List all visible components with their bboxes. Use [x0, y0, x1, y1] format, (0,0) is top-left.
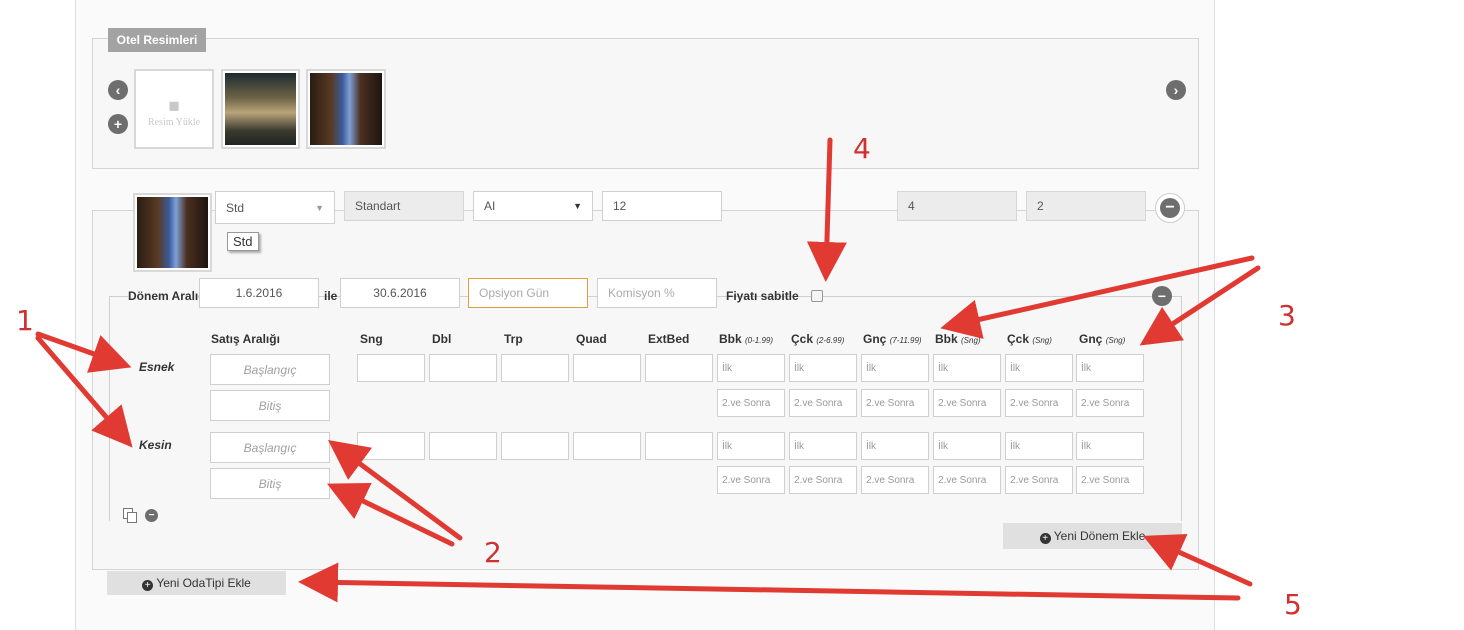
chevron-down-icon: ▼ [315, 202, 324, 213]
board-type-value: AI [484, 199, 496, 213]
fixed-extbed-input[interactable] [645, 432, 713, 460]
flexible-child-first-input[interactable]: İlk [717, 354, 785, 382]
flexible-child-after-input[interactable]: 2.ve Sonra [861, 389, 929, 417]
room-field-a[interactable]: 4 [897, 191, 1017, 221]
hotel-images-title: Otel Resimleri [108, 28, 206, 52]
period-start-input[interactable]: 1.6.2016 [199, 278, 319, 308]
header-gnc-child: Gnç (7-11.99) [863, 332, 922, 346]
flexible-child-after-input[interactable]: 2.ve Sonra [789, 389, 857, 417]
annotation-number-5: 5 [1284, 588, 1302, 621]
remove-row-button[interactable]: − [145, 509, 158, 522]
flexible-end-input[interactable]: Bitiş [210, 390, 330, 421]
camera-icon: ◼ [168, 97, 180, 113]
room-field-b[interactable]: 2 [1026, 191, 1146, 221]
flexible-child-first-input[interactable]: İlk [1005, 354, 1073, 382]
upload-label: Resim Yükle [147, 117, 201, 128]
fixed-price-label: Fiyatı sabitle [726, 289, 799, 303]
room-thumbnail[interactable] [133, 193, 212, 272]
header-bbk-child: Bbk (0-1.99) [719, 332, 774, 346]
header-gnc-sng: Gnç (Sng) [1079, 332, 1126, 346]
new-period-button[interactable]: + Yeni Dönem Ekle [1003, 523, 1182, 549]
room-code-select[interactable]: Std ▼ [215, 191, 335, 224]
annotation-number-2: 2 [484, 536, 502, 569]
fixed-start-input[interactable]: Başlangıç [210, 432, 330, 463]
room-code-value: Std [226, 200, 245, 215]
fixed-child-after-input[interactable]: 2.ve Sonra [717, 466, 785, 494]
fixed-trp-input[interactable] [501, 432, 569, 460]
board-type-select[interactable]: AI ▼ [473, 191, 593, 221]
flexible-child-after-input[interactable]: 2.ve Sonra [717, 389, 785, 417]
plus-circle-icon: + [1039, 533, 1051, 544]
fixed-end-input[interactable]: Bitiş [210, 468, 330, 499]
fixed-dbl-input[interactable] [429, 432, 497, 460]
flexible-trp-input[interactable] [501, 354, 569, 382]
flexible-child-first-input[interactable]: İlk [789, 354, 857, 382]
plus-circle-icon: + [142, 580, 154, 591]
fixed-child-first-input[interactable]: İlk [1005, 432, 1073, 460]
hotel-thumbnail[interactable] [221, 69, 300, 149]
fixed-child-first-input[interactable]: İlk [717, 432, 785, 460]
fixed-child-after-input[interactable]: 2.ve Sonra [1076, 466, 1144, 494]
prev-image-button[interactable]: ‹ [108, 80, 128, 100]
flexible-start-input[interactable]: Başlangıç [210, 354, 330, 385]
header-cck-child: Çck (2-6.99) [791, 332, 845, 346]
header-sale-range: Satış Aralığı [211, 332, 280, 346]
new-period-label: Yeni Dönem Ekle [1053, 529, 1146, 543]
image-upload-box[interactable]: ◼ Resim Yükle [134, 69, 214, 149]
flexible-quad-input[interactable] [573, 354, 641, 382]
fixed-child-after-input[interactable]: 2.ve Sonra [789, 466, 857, 494]
fixed-child-first-input[interactable]: İlk [861, 432, 929, 460]
fixed-child-first-input[interactable]: İlk [933, 432, 1001, 460]
fixed-quad-input[interactable] [573, 432, 641, 460]
fixed-price-checkbox[interactable] [811, 290, 823, 302]
fixed-child-after-input[interactable]: 2.ve Sonra [933, 466, 1001, 494]
row-label-flexible: Esnek [139, 360, 175, 374]
header-dbl: Dbl [432, 332, 452, 346]
period-end-input[interactable]: 30.6.2016 [340, 278, 460, 308]
fixed-child-after-input[interactable]: 2.ve Sonra [861, 466, 929, 494]
annotation-number-3: 3 [1278, 299, 1296, 332]
hotel-thumbnail[interactable] [306, 69, 386, 149]
new-room-type-button[interactable]: + Yeni OdaTipi Ekle [107, 571, 286, 595]
flexible-sng-input[interactable] [357, 354, 425, 382]
option-days-input[interactable]: Opsiyon Gün [468, 278, 588, 308]
fixed-sng-input[interactable] [357, 432, 425, 460]
header-trp: Trp [504, 332, 523, 346]
flexible-child-after-input[interactable]: 2.ve Sonra [933, 389, 1001, 417]
commission-input[interactable]: Komisyon % [597, 278, 717, 308]
period-between-label: ile [324, 289, 338, 303]
annotation-number-4: 4 [853, 132, 871, 165]
caret-down-icon: ▼ [573, 201, 582, 211]
room-name-field[interactable]: Standart [344, 191, 464, 221]
remove-room-button[interactable]: − [1155, 193, 1185, 223]
next-image-button[interactable]: › [1166, 80, 1186, 100]
header-quad: Quad [576, 332, 607, 346]
flexible-child-first-input[interactable]: İlk [933, 354, 1001, 382]
header-extbed: ExtBed [648, 332, 690, 346]
room-code-tooltip: Std [227, 232, 259, 251]
new-room-type-label: Yeni OdaTipi Ekle [156, 576, 251, 590]
flexible-child-first-input[interactable]: İlk [1076, 354, 1144, 382]
row-label-fixed: Kesin [139, 438, 172, 452]
fixed-child-after-input[interactable]: 2.ve Sonra [1005, 466, 1073, 494]
add-image-button[interactable]: + [108, 114, 128, 134]
header-sng: Sng [360, 332, 383, 346]
room-quantity-input[interactable]: 12 [602, 191, 722, 221]
remove-period-button[interactable]: − [1152, 286, 1172, 306]
flexible-child-after-input[interactable]: 2.ve Sonra [1076, 389, 1144, 417]
flexible-dbl-input[interactable] [429, 354, 497, 382]
flexible-child-first-input[interactable]: İlk [861, 354, 929, 382]
header-cck-sng: Çck (Sng) [1007, 332, 1052, 346]
period-label: Dönem Aralığı [128, 289, 209, 303]
flexible-child-after-input[interactable]: 2.ve Sonra [1005, 389, 1073, 417]
minus-circle-icon: − [1160, 198, 1180, 218]
annotation-number-1: 1 [16, 304, 34, 337]
fixed-child-first-input[interactable]: İlk [1076, 432, 1144, 460]
flexible-extbed-input[interactable] [645, 354, 713, 382]
fixed-child-first-input[interactable]: İlk [789, 432, 857, 460]
copy-icon-back [127, 512, 137, 523]
header-bbk-sng: Bbk (Sng) [935, 332, 981, 346]
